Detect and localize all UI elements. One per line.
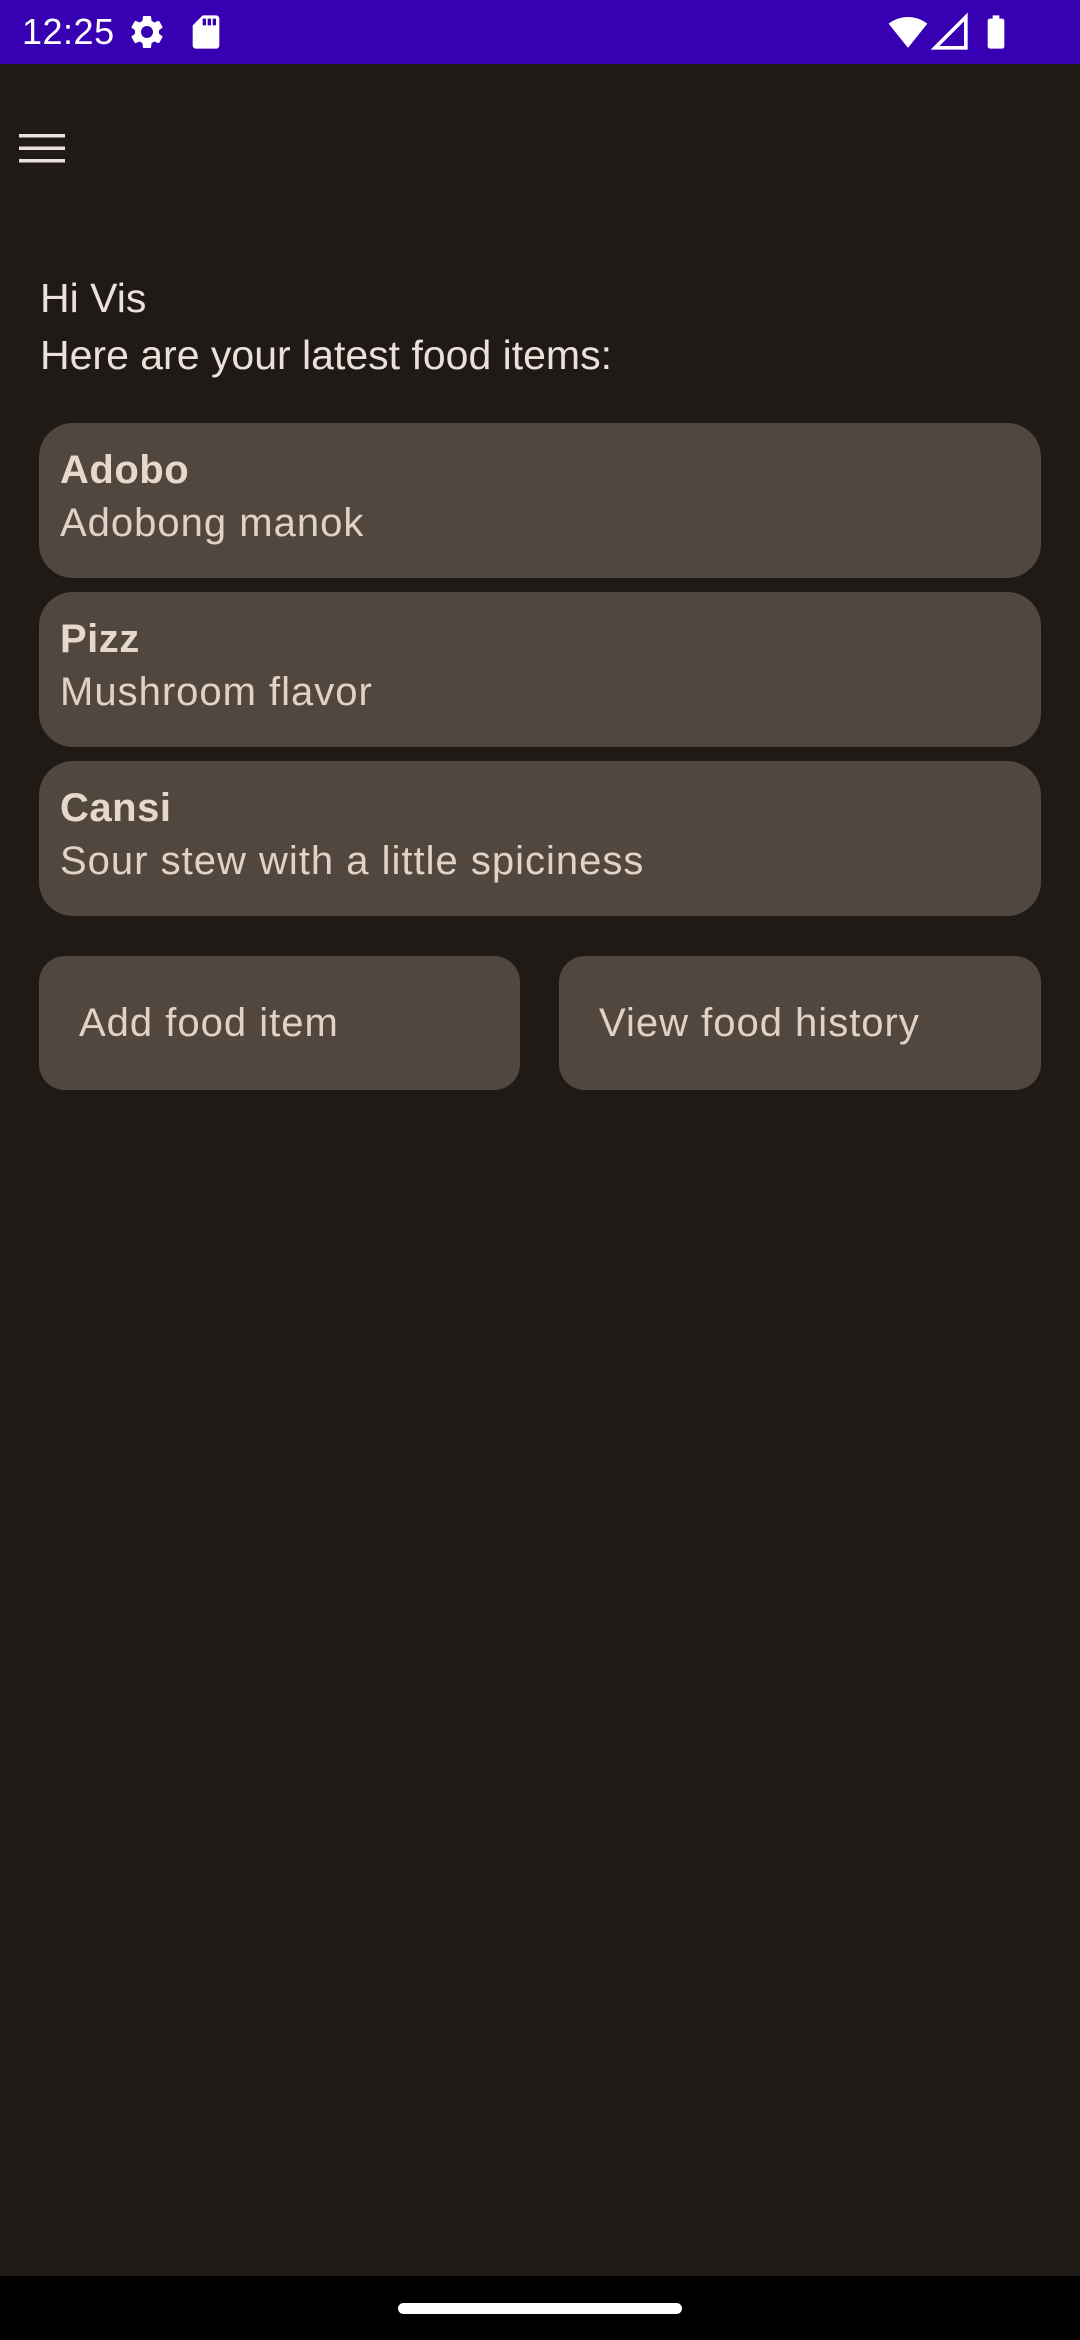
sd-card-icon bbox=[186, 12, 226, 52]
food-name: Adobo bbox=[60, 448, 190, 492]
greeting-subtitle: Here are your latest food items: bbox=[40, 332, 612, 378]
battery-icon bbox=[976, 12, 1016, 52]
home-gesture-handle[interactable] bbox=[398, 2303, 682, 2314]
menu-button[interactable] bbox=[4, 110, 80, 186]
food-card[interactable]: Adobo Adobong manok bbox=[39, 423, 1041, 578]
app-screen: 12:25 Hi Vis Here are your latest food i… bbox=[0, 0, 1080, 2340]
add-food-item-button[interactable]: Add food item bbox=[39, 956, 520, 1090]
signal-icon bbox=[930, 12, 970, 52]
food-list: Adobo Adobong manok Pizz Mushroom flavor… bbox=[39, 423, 1041, 930]
food-description: Adobong manok bbox=[60, 501, 365, 545]
status-time: 12:25 bbox=[22, 11, 115, 52]
food-card[interactable]: Cansi Sour stew with a little spiciness bbox=[39, 761, 1041, 916]
food-name: Pizz bbox=[60, 617, 140, 661]
greeting-title: Hi Vis bbox=[40, 275, 147, 321]
view-food-history-button[interactable]: View food history bbox=[559, 956, 1041, 1090]
greeting: Hi Vis Here are your latest food items: bbox=[40, 270, 612, 384]
wifi-icon bbox=[888, 12, 928, 52]
food-name: Cansi bbox=[60, 786, 172, 830]
food-card[interactable]: Pizz Mushroom flavor bbox=[39, 592, 1041, 747]
navigation-bar bbox=[0, 2276, 1080, 2340]
settings-icon bbox=[127, 12, 167, 52]
status-bar: 12:25 bbox=[0, 0, 1080, 64]
food-description: Mushroom flavor bbox=[60, 670, 373, 714]
food-description: Sour stew with a little spiciness bbox=[60, 839, 645, 883]
hamburger-menu-icon bbox=[19, 134, 65, 163]
